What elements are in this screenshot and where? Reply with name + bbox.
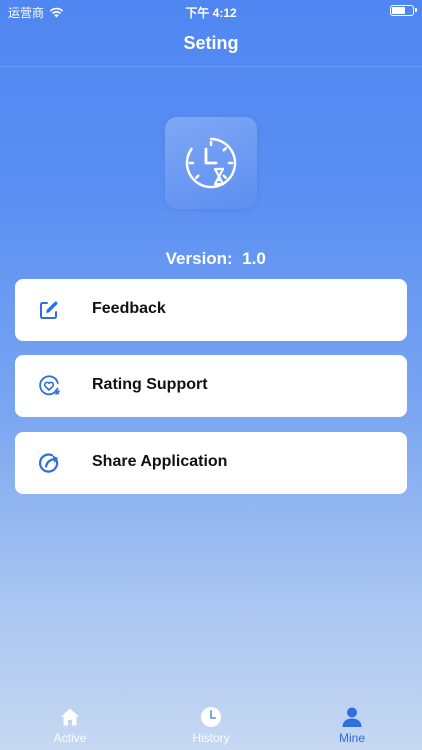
version-text: Version: 1.0	[165, 249, 266, 268]
heart-rating-icon	[39, 375, 60, 396]
version-label: Version: 1.0	[0, 229, 422, 269]
person-icon	[342, 707, 362, 727]
share-application-label: Share Application	[92, 453, 228, 470]
feedback-label: Feedback	[92, 300, 166, 317]
home-icon	[61, 708, 79, 726]
rating-support-label: Rating Support	[92, 376, 208, 393]
rating-support-row[interactable]: Rating Support	[15, 355, 407, 417]
nav-divider	[0, 66, 422, 67]
app-logo	[165, 117, 257, 209]
battery-icon	[390, 5, 417, 16]
status-bar: 运营商 下午 4:12	[0, 0, 422, 22]
battery-level	[392, 7, 406, 14]
page-title: Seting	[183, 33, 239, 53]
tab-active-label: Active	[53, 731, 87, 745]
share-application-row[interactable]: Share Application	[15, 432, 407, 494]
share-icon	[38, 453, 59, 473]
edit-icon	[40, 301, 58, 319]
tab-history[interactable]: History	[141, 704, 281, 750]
tab-bar: Active History Mine	[0, 700, 422, 750]
tab-mine[interactable]: Mine	[282, 704, 422, 750]
tab-active[interactable]: Active	[0, 704, 140, 750]
clock-icon	[201, 707, 221, 727]
status-time: 下午 4:12	[185, 6, 237, 20]
tab-history-label: History	[192, 731, 230, 745]
tab-mine-label: Mine	[338, 731, 365, 745]
feedback-row[interactable]: Feedback	[15, 279, 407, 341]
clock-hourglass-icon	[185, 137, 237, 189]
